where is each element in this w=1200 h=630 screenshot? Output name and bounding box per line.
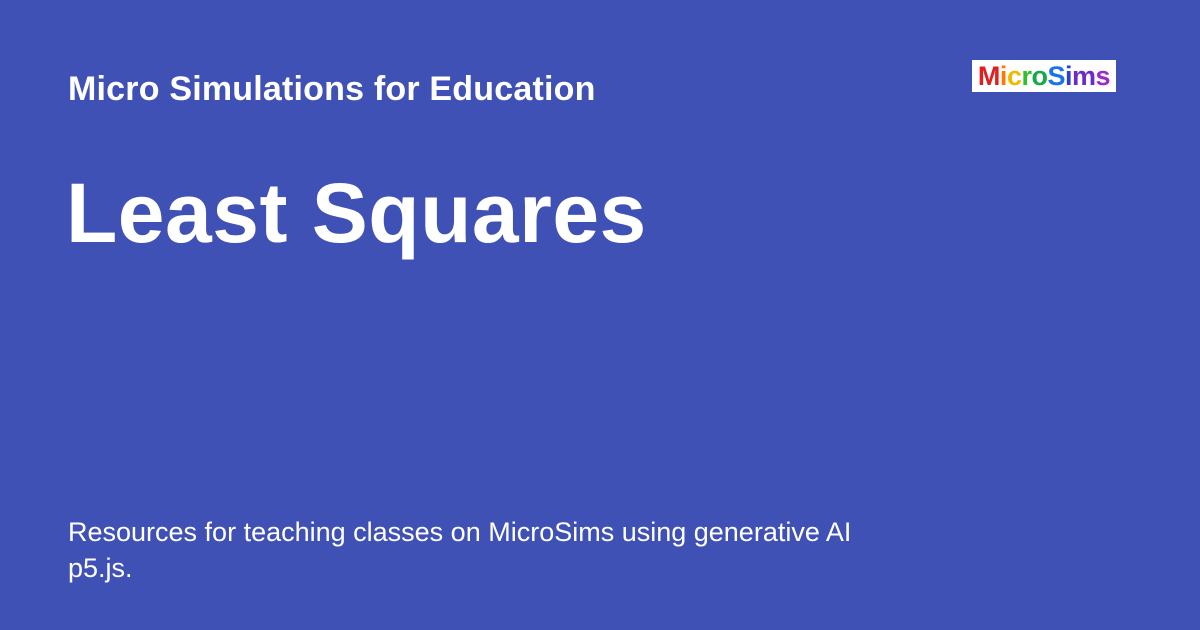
logo-letter: s (1095, 61, 1111, 91)
microsims-logo: MicroSims (972, 60, 1116, 92)
description-line-2: p5.js. (68, 553, 133, 583)
logo-letter: c (1006, 61, 1022, 91)
logo-letter: m (1072, 61, 1096, 91)
logo-letter: r (1021, 61, 1032, 91)
logo-wordmark: MicroSims (977, 60, 1111, 92)
logo-letter: o (1031, 61, 1048, 91)
logo-letter: i (999, 61, 1008, 91)
logo-letter: M (977, 61, 1001, 91)
page-title: Least Squares (66, 166, 647, 260)
description-line-1: Resources for teaching classes on MicroS… (68, 517, 852, 547)
logo-letter: i (1065, 61, 1073, 91)
page-description: Resources for teaching classes on MicroS… (68, 514, 968, 586)
logo-letter: S (1047, 61, 1065, 91)
site-name: Micro Simulations for Education (68, 70, 596, 108)
social-card: Micro Simulations for Education MicroSim… (0, 0, 1200, 630)
